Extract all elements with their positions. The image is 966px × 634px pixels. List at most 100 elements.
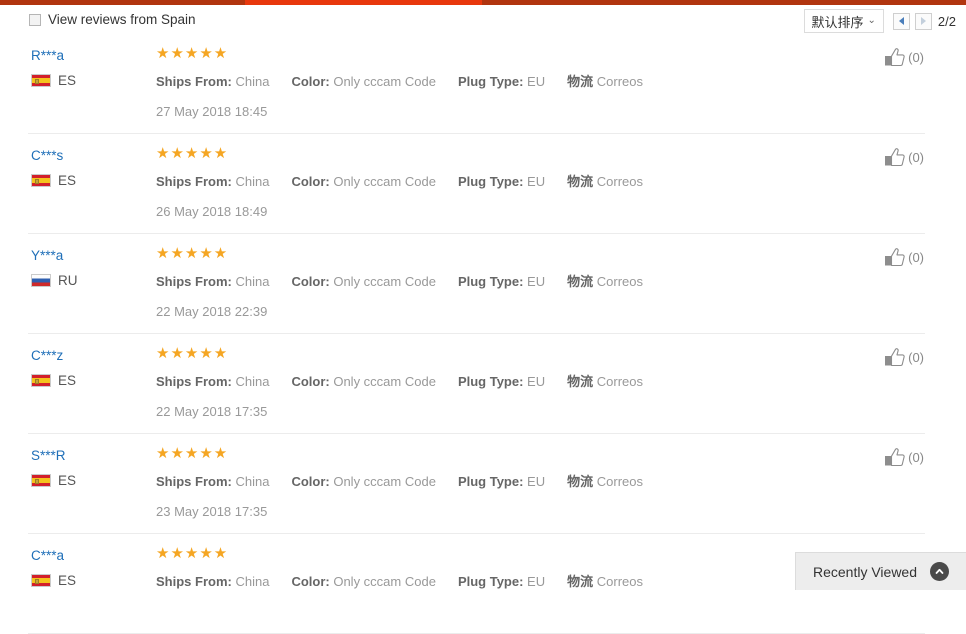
review-attribute-value: China	[235, 74, 270, 89]
helpful-button[interactable]: (0)	[884, 48, 924, 67]
review-item: C***s ES ★★★★★ Ships From: China Color: Only…	[0, 134, 966, 234]
reviewer-info: S***R ES	[31, 448, 141, 488]
helpful-button[interactable]: (0)	[884, 148, 924, 167]
review-attribute-value: China	[235, 374, 270, 389]
chevron-up-icon[interactable]	[930, 562, 950, 581]
review-attribute-key: Ships From:	[156, 574, 232, 589]
review-attribute: Ships From: China	[156, 474, 269, 489]
review-attribute-value: Only cccam Code	[333, 474, 436, 489]
review-attribute-key: 物流	[567, 574, 594, 589]
review-attribute: 物流 Correos	[567, 71, 643, 90]
recently-viewed-widget[interactable]: Recently Viewed	[795, 552, 966, 590]
review-attribute-key: Ships From:	[156, 174, 232, 189]
review-attribute-key: Ships From:	[156, 274, 232, 289]
review-attribute: Plug Type: EU	[458, 474, 545, 489]
review-attribute-key: 物流	[567, 274, 594, 289]
review-attribute: Plug Type: EU	[458, 574, 545, 589]
review-attribute-value: Correos	[596, 374, 643, 389]
reviewer-name[interactable]: C***z	[31, 348, 141, 364]
star-rating: ★★★★★	[156, 345, 229, 362]
review-attribute-value: Correos	[596, 274, 643, 289]
thumbs-up-icon	[885, 148, 905, 167]
review-attribute-key: Color:	[291, 274, 330, 289]
review-attribute-value: Only cccam Code	[333, 374, 436, 389]
star-rating: ★★★★★	[156, 45, 229, 62]
view-reviews-checkbox[interactable]	[29, 13, 41, 26]
review-attribute: 物流 Correos	[567, 471, 643, 490]
reviewer-name[interactable]: Y***a	[31, 248, 141, 264]
review-body: ★★★★★ Ships From: China Color: Only cccam …	[156, 245, 643, 320]
helpful-button[interactable]: (0)	[884, 248, 924, 267]
flag-es-icon	[31, 174, 51, 187]
review-attribute: Color: Only cccam Code	[291, 374, 436, 389]
review-item: R***a ES ★★★★★ Ships From: China Color: Only…	[0, 34, 966, 134]
review-attribute-key: 物流	[567, 174, 594, 189]
review-attribute-value: Correos	[596, 474, 643, 489]
review-attributes: Ships From: China Color: Only cccam Code P…	[156, 71, 643, 90]
helpful-button[interactable]: (0)	[884, 348, 924, 367]
helpful-count: (0)	[908, 50, 924, 65]
view-reviews-filter[interactable]: View reviews from Spain	[29, 12, 196, 27]
star-rating: ★★★★★	[156, 245, 229, 262]
review-attribute-key: Color:	[291, 574, 330, 589]
country-code: ES	[58, 373, 77, 388]
review-attribute: 物流 Correos	[567, 571, 643, 590]
review-item: S***R ES ★★★★★ Ships From: China Color: Only…	[0, 434, 966, 534]
helpful-count: (0)	[908, 350, 924, 365]
review-attribute-value: EU	[527, 574, 546, 589]
review-attribute-key: Plug Type:	[457, 274, 524, 289]
review-date: 23 May 2018 17:35	[156, 504, 268, 519]
reviewer-country: ES	[31, 573, 141, 588]
reviewer-country: ES	[31, 73, 141, 88]
triangle-right-icon	[920, 17, 926, 25]
reviewer-name[interactable]: S***R	[31, 448, 141, 464]
reviewer-country: ES	[31, 173, 141, 188]
review-attribute-value: China	[235, 574, 270, 589]
review-body: ★★★★★ Ships From: China Color: Only cccam …	[156, 546, 643, 604]
review-attribute-key: Plug Type:	[457, 374, 524, 389]
review-attribute: Color: Only cccam Code	[291, 274, 436, 289]
reviewer-country: ES	[31, 373, 141, 388]
review-attribute-value: Only cccam Code	[333, 74, 436, 89]
review-attributes: Ships From: China Color: Only cccam Code P…	[156, 171, 643, 190]
reviewer-name[interactable]: C***s	[31, 148, 141, 164]
review-attributes: Ships From: China Color: Only cccam Code P…	[156, 271, 643, 290]
review-attribute: 物流 Correos	[567, 171, 643, 190]
next-page-button[interactable]	[914, 12, 932, 30]
sort-dropdown-label: 默认排序	[811, 14, 864, 30]
review-attribute-key: Plug Type:	[457, 474, 524, 489]
review-attribute: Ships From: China	[156, 74, 269, 89]
country-code: ES	[58, 173, 77, 188]
reviewer-name[interactable]: C***a	[31, 548, 141, 564]
review-attribute-value: Only cccam Code	[333, 574, 436, 589]
review-body: ★★★★★ Ships From: China Color: Only cccam …	[156, 445, 643, 520]
review-attribute-value: EU	[527, 174, 546, 189]
flag-es-icon	[31, 574, 51, 587]
review-item: C***z ES ★★★★★ Ships From: China Color: Only…	[0, 334, 966, 434]
prev-page-button[interactable]	[892, 12, 910, 30]
helpful-count: (0)	[908, 150, 924, 165]
star-rating: ★★★★★	[156, 445, 229, 462]
review-attribute-key: Ships From:	[156, 74, 232, 89]
pagination: 2/2	[892, 12, 956, 30]
review-attribute: Color: Only cccam Code	[291, 174, 436, 189]
review-attribute-value: EU	[527, 474, 546, 489]
review-body: ★★★★★ Ships From: China Color: Only cccam …	[156, 345, 643, 420]
review-attribute-value: China	[235, 274, 270, 289]
review-attribute: 物流 Correos	[567, 371, 643, 390]
sort-dropdown[interactable]: 默认排序 ⌄	[803, 9, 884, 33]
thumbs-up-icon	[885, 248, 905, 267]
review-attribute: Color: Only cccam Code	[291, 74, 436, 89]
review-attribute-value: China	[235, 174, 270, 189]
thumbs-up-icon	[885, 48, 905, 67]
reviewer-name[interactable]: R***a	[31, 48, 141, 64]
review-date: 22 May 2018 22:39	[156, 304, 268, 319]
review-attribute: Ships From: China	[156, 274, 269, 289]
reviewer-info: C***a ES	[31, 548, 141, 588]
view-reviews-label: View reviews from Spain	[48, 12, 196, 27]
country-code: ES	[58, 573, 77, 588]
review-attribute-key: Ships From:	[156, 474, 232, 489]
review-attribute-key: Color:	[291, 474, 330, 489]
country-code: RU	[58, 273, 78, 288]
helpful-button[interactable]: (0)	[884, 448, 924, 467]
